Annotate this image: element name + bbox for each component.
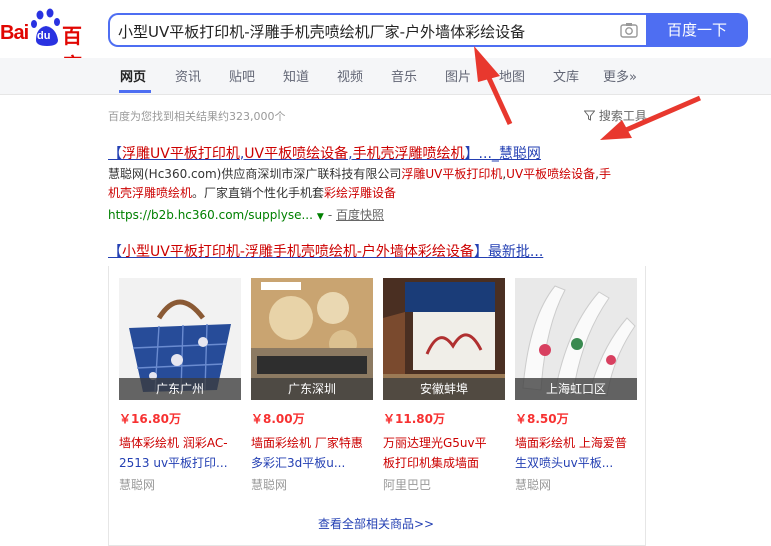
title-text: 【 (108, 244, 122, 260)
desc-line-2: 机壳浮雕喷绘机。厂家直销个性化手机套彩绘浮雕设备 (108, 184, 648, 203)
title-highlight: 手机壳浮雕喷绘机 (352, 146, 465, 162)
tab-video[interactable]: 视频 (337, 66, 363, 85)
search-query: 小型UV平板打印机-浮雕手机壳喷绘机厂家-户外墙体彩绘设备 (118, 23, 526, 41)
product-image-shoehorn[interactable]: 上海虹口区 (515, 278, 637, 400)
product-title-line: 板打印机集成墙面 (383, 456, 480, 470)
location-badge: 安徽蚌埠 (383, 378, 505, 400)
desc-highlight: UV平板喷绘设备 (506, 167, 596, 181)
caret-down-icon[interactable]: ▼ (317, 212, 324, 222)
product-card[interactable]: 广东广州 ￥16.80万 墙体彩绘机 润彩AC- 2513 uv平板打印... 慧… (119, 278, 241, 493)
logo-text-bai: Bai (0, 22, 29, 44)
product-source: 慧聪网 (515, 478, 552, 492)
tab-map[interactable]: 地图 (499, 66, 525, 85)
desc-line-1: 慧聪网(Hc360.com)供应商深圳市深广联科技有限公司浮雕UV平板打印机,U… (108, 165, 648, 184)
price: ￥11.80万 (383, 412, 445, 426)
desc-highlight: 机壳浮雕喷绘机 (108, 186, 193, 200)
product-title-line: 万丽达理光G5uv平 (383, 436, 487, 450)
product-title-line: 生双喷头uv平板... (515, 456, 614, 470)
result-1-title[interactable]: 【浮雕UV平板打印机,UV平板喷绘设备,手机壳浮雕喷绘机】..._慧聪网 (108, 143, 541, 163)
location-badge: 广东广州 (119, 378, 241, 400)
tab-music[interactable]: 音乐 (391, 66, 417, 85)
tab-wenku[interactable]: 文库 (553, 66, 579, 85)
search-button[interactable]: 百度一下 (646, 13, 748, 47)
product-title[interactable]: 墙体彩绘机 润彩AC- 2513 uv平板打印... (119, 433, 241, 473)
result-2-title[interactable]: 【小型UV平板打印机-浮雕手机壳喷绘机-户外墙体彩绘设备】最新批... (108, 241, 543, 261)
title-text: 】... (464, 146, 492, 162)
search-tools-button[interactable]: 搜索工具 (583, 107, 647, 124)
title-highlight: 浮雕UV平板打印机 (122, 146, 240, 162)
product-title-line: 多彩汇3d平板u... (251, 456, 346, 470)
product-source: 慧聪网 (119, 478, 156, 492)
product-title-line: 墙面彩绘机 上海爱普 (515, 436, 627, 450)
title-text: 】 (473, 244, 488, 260)
title-text: 【 (108, 146, 122, 162)
title-highlight: 小型UV平板打印机-浮雕手机壳喷绘机-户外墙体彩绘设备 (122, 244, 474, 260)
tab-images[interactable]: 图片 (445, 66, 471, 85)
product-source: 阿里巴巴 (383, 478, 432, 492)
header: Bai du 百度 小型UV平板打印机-浮雕手机壳喷绘机厂家-户外墙体彩绘设备 … (0, 0, 771, 77)
title-highlight: 喷绘设备 (292, 146, 349, 162)
product-image-wall[interactable]: 安徽蚌埠 (383, 278, 505, 400)
nav-tabs: 网页 资讯 贴吧 知道 视频 音乐 图片 地图 文库 更多» (0, 58, 771, 95)
result-count: 百度为您找到相关结果约323,000个 (108, 110, 286, 123)
logo-text-du: du (37, 30, 51, 42)
url-text[interactable]: https://b2b.hc360.com/supplyse... (108, 208, 313, 222)
product-title[interactable]: 墙面彩绘机 上海爱普 生双喷头uv平板... (515, 433, 637, 473)
product-title[interactable]: 墙面彩绘机 厂家特惠 多彩汇3d平板u... (251, 433, 373, 473)
product-title-line: 墙面彩绘机 厂家特惠 (251, 436, 363, 450)
result-1-url: https://b2b.hc360.com/supplyse... ▼ - 百度快照 (108, 206, 384, 223)
product-title-line: 墙体彩绘机 润彩AC- (119, 436, 228, 450)
desc-highlight: 手 (599, 167, 612, 181)
product-card[interactable]: 上海虹口区 ￥8.50万 墙面彩绘机 上海爱普 生双喷头uv平板... 慧聪网 (515, 278, 637, 493)
title-text: 最新批... (487, 244, 544, 260)
product-source: 慧聪网 (251, 478, 288, 492)
product-image-bag[interactable]: 广东广州 (119, 278, 241, 400)
tab-zhidao[interactable]: 知道 (283, 66, 309, 85)
desc-text: 慧聪网(Hc360.com)供应商深圳市深广联科技有限公司 (108, 167, 402, 181)
title-text: _慧聪网 (491, 146, 541, 162)
search-input[interactable]: 小型UV平板打印机-浮雕手机壳喷绘机厂家-户外墙体彩绘设备 (108, 13, 646, 47)
view-all-products-link[interactable]: 查看全部相关商品>> (318, 515, 434, 532)
paw-icon (31, 8, 60, 46)
tab-tieba[interactable]: 贴吧 (229, 66, 255, 85)
tab-more[interactable]: 更多» (603, 66, 637, 85)
tab-news[interactable]: 资讯 (175, 66, 201, 85)
location-badge: 上海虹口区 (515, 378, 637, 400)
product-card[interactable]: 广东深圳 ￥8.00万 墙面彩绘机 厂家特惠 多彩汇3d平板u... 慧聪网 (251, 278, 373, 493)
product-image-printer[interactable]: 广东深圳 (251, 278, 373, 400)
separator: - (327, 208, 336, 222)
product-title-line: 2513 uv平板打印... (119, 456, 228, 470)
product-title[interactable]: 万丽达理光G5uv平 板打印机集成墙面 (383, 433, 505, 473)
baidu-logo[interactable]: Bai du 百度 (0, 8, 100, 77)
camera-icon[interactable] (620, 22, 638, 38)
price: ￥8.00万 (251, 412, 305, 426)
desc-highlight: 彩绘浮雕设备 (324, 186, 397, 200)
result-1-description: 慧聪网(Hc360.com)供应商深圳市深广联科技有限公司浮雕UV平板打印机,U… (108, 165, 648, 203)
tab-web[interactable]: 网页 (120, 66, 146, 85)
title-highlight: UV平板 (244, 146, 293, 162)
price: ￥8.50万 (515, 412, 569, 426)
snapshot-link[interactable]: 百度快照 (336, 208, 384, 222)
filter-icon (583, 110, 596, 121)
price: ￥16.80万 (119, 412, 181, 426)
search-tools-label: 搜索工具 (598, 109, 647, 123)
product-card[interactable]: 安徽蚌埠 ￥11.80万 万丽达理光G5uv平 板打印机集成墙面 阿里巴巴 (383, 278, 505, 493)
desc-text: 。厂家直销个性化手机套 (192, 186, 325, 200)
product-panel: 广东广州 ￥16.80万 墙体彩绘机 润彩AC- 2513 uv平板打印... 慧… (108, 266, 646, 546)
location-badge: 广东深圳 (251, 378, 373, 400)
active-tab-indicator (119, 90, 151, 93)
desc-highlight: 浮雕UV平板打印机 (401, 167, 503, 181)
